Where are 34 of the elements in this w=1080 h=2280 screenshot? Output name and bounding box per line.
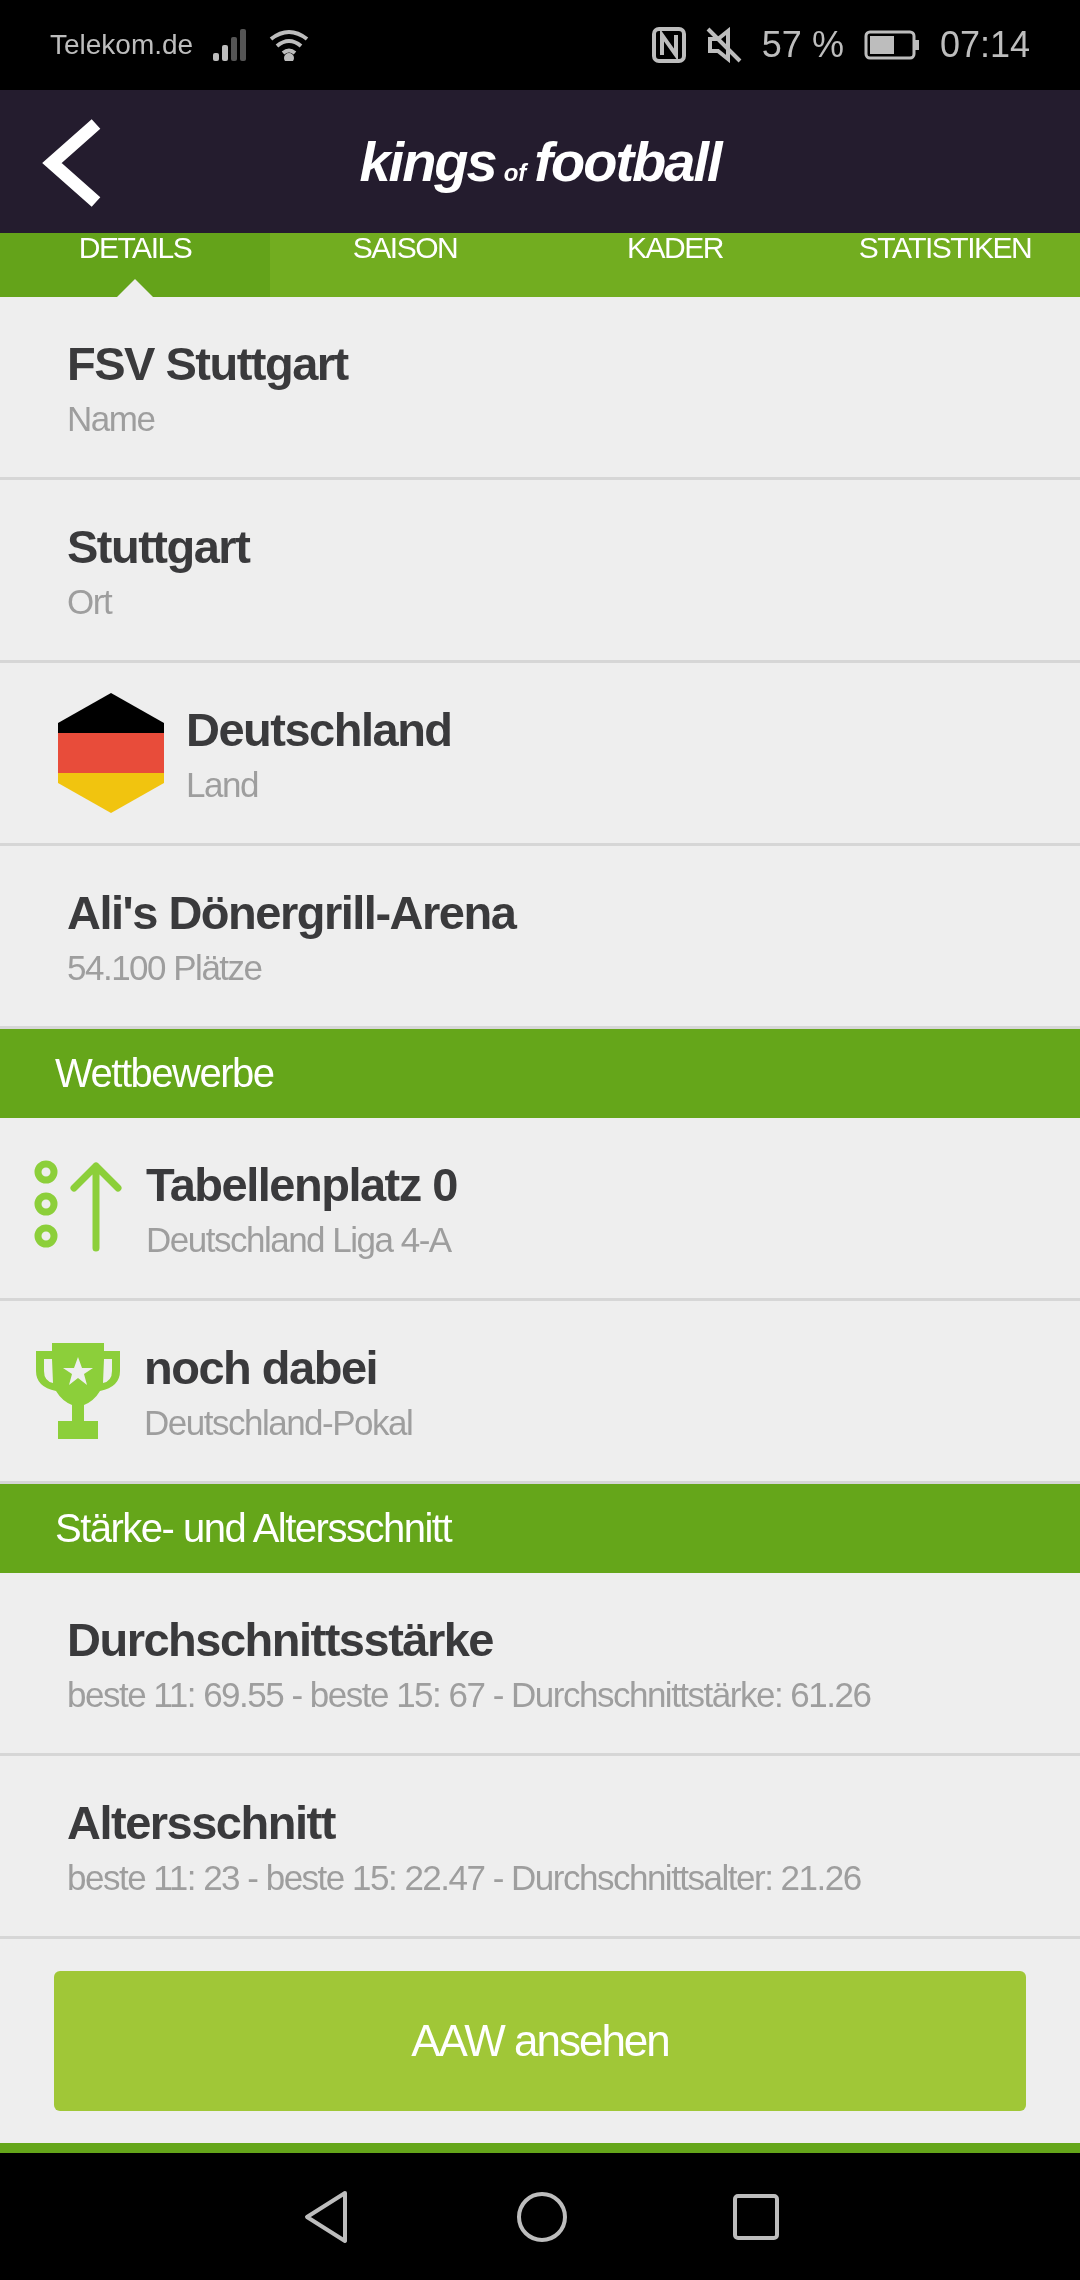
- row-subtitle: Deutschland-Pokal: [144, 1402, 413, 1443]
- nfc-icon: [651, 27, 686, 63]
- logo-word: kings: [359, 129, 496, 194]
- row-title: Altersschnitt: [67, 1794, 337, 1850]
- logo-word: of: [503, 159, 527, 187]
- mute-icon: [705, 27, 742, 63]
- view-button[interactable]: AAW ansehen: [54, 1971, 1026, 2111]
- row-subtitle: beste 11: 69.55 - beste 15: 67 - Durchschnittstärke: 61.26: [67, 1674, 871, 1715]
- logo-word: football: [534, 129, 721, 194]
- home-nav-icon[interactable]: [516, 2190, 568, 2243]
- row-title: Durchschnittsstärke: [67, 1611, 494, 1667]
- battery-percent: 57 %: [761, 24, 844, 66]
- row-title: noch dabei: [144, 1339, 379, 1395]
- section-header: Wettbewerbe: [0, 1029, 1080, 1118]
- row-title: Ali's Dönergrill-Arena: [67, 884, 516, 940]
- row-subtitle: Ort: [67, 581, 113, 622]
- trophy-icon: [34, 1341, 122, 1441]
- row-title: Deutschland: [186, 701, 452, 757]
- row-subtitle: Land: [186, 764, 259, 805]
- row-subtitle: Name: [67, 398, 156, 439]
- row-subtitle: Deutschland Liga 4-A: [146, 1219, 453, 1260]
- recents-nav-icon[interactable]: [733, 2193, 779, 2240]
- carrier-name: Telekom.de: [50, 29, 194, 61]
- section-header: Stärke- und Altersschnitt: [0, 1484, 1080, 1573]
- tab[interactable]: DETAILS: [0, 233, 270, 297]
- flag-icon: [58, 693, 164, 813]
- clock: 07:14: [939, 24, 1030, 66]
- row-title: FSV Stuttgart: [67, 335, 348, 391]
- battery-icon: [863, 30, 920, 60]
- row-subtitle: 54.100 Plätze: [67, 947, 263, 988]
- row-title: Stuttgart: [67, 518, 250, 574]
- wifi-icon: [269, 29, 310, 61]
- row-title: Tabellenplatz 0: [146, 1156, 457, 1212]
- row-subtitle: beste 11: 23 - beste 15: 22.47 - Durchschnittsalter: 21.26: [67, 1857, 861, 1898]
